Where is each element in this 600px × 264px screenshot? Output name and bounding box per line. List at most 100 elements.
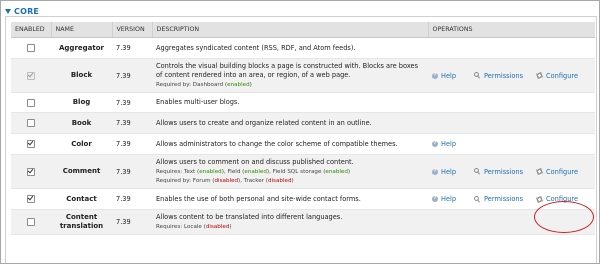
- modules-table: ENABLED NAME VERSION DESCRIPTION OPERATI…: [11, 22, 595, 235]
- permissions-link-comment[interactable]: Permissions: [474, 168, 523, 176]
- configure-link-comment[interactable]: Configure: [536, 168, 578, 176]
- module-description-cell: Allows content to be translated into dif…: [152, 209, 428, 235]
- column-header-enabled: ENABLED: [11, 22, 52, 38]
- modules-table-body: Aggregator 7.39 Aggregates syndicated cont…: [11, 37, 595, 235]
- module-row-block: Block 7.39 Controls the visual building bl…: [11, 58, 595, 93]
- enable-checkbox-comment[interactable]: [27, 167, 35, 176]
- fieldset-title[interactable]: CORE: [14, 7, 39, 16]
- help-link-comment[interactable]: ? Help: [432, 168, 456, 176]
- module-version: 7.39: [112, 133, 152, 155]
- requirement-prefix: Required by:: [156, 82, 192, 88]
- module-description-cell: Enables the use of both personal and sit…: [152, 188, 428, 210]
- permissions-link-label: Permissions: [484, 167, 524, 176]
- gear-icon: [536, 72, 544, 79]
- operations-cell: [428, 209, 595, 235]
- requirement-module-name: Dashboard: [192, 82, 224, 88]
- module-row-content-translation: Content translation 7.39 Allows content to…: [11, 209, 595, 235]
- help-link-color[interactable]: ? Help: [432, 140, 460, 148]
- requirement-prefix: Required by:: [156, 178, 192, 184]
- module-description: Allows users to comment on and discuss p…: [156, 158, 354, 166]
- module-version: 7.39: [112, 209, 152, 235]
- module-name[interactable]: Comment: [51, 154, 112, 189]
- operations-cell: [428, 37, 595, 59]
- enable-checkbox-blog[interactable]: [27, 98, 35, 107]
- key-icon: [474, 195, 481, 203]
- module-name[interactable]: Color: [51, 133, 112, 155]
- module-row-aggregator: Aggregator 7.39 Aggregates syndicated cont…: [11, 37, 595, 59]
- permissions-link-label: Permissions: [484, 195, 524, 203]
- requirement-module-name: Tracker: [243, 178, 264, 184]
- module-description-cell: Enables multi-user blogs.: [152, 92, 428, 113]
- help-link-block[interactable]: ? Help: [432, 72, 456, 80]
- modules-page: CORE ENABLED NAME VERSION DESCRIPTION OP…: [0, 0, 600, 264]
- enabled-cell: [11, 92, 51, 113]
- module-requirements: Requires: Text (enabled), Field (enabled…: [156, 169, 351, 175]
- requirement-status: disabled: [267, 178, 292, 184]
- permissions-link-contact[interactable]: Permissions: [474, 195, 523, 203]
- configure-link-contact[interactable]: Configure: [536, 195, 578, 203]
- table-header-row: ENABLED NAME VERSION DESCRIPTION OPERATI…: [11, 22, 595, 38]
- help-icon: ?: [432, 168, 438, 175]
- configure-link-block[interactable]: Configure: [536, 72, 578, 80]
- permissions-link-block[interactable]: Permissions: [474, 72, 523, 80]
- requirement-prefix: Requires:: [156, 224, 183, 230]
- module-description: Controls the visual building blocks a pa…: [156, 62, 419, 79]
- operations-cell: ? Help Permissions Configure: [428, 188, 595, 210]
- enable-checkbox-aggregator[interactable]: [27, 44, 35, 52]
- key-icon: [474, 72, 481, 79]
- enable-checkbox-color[interactable]: [27, 140, 35, 148]
- module-name[interactable]: Aggregator: [51, 37, 112, 59]
- module-description: Aggregates syndicated content (RSS, RDF,…: [156, 43, 356, 52]
- operations-cell: ? Help Permissions Configure: [428, 154, 595, 189]
- operations-cell: [428, 92, 595, 113]
- gear-icon: [536, 195, 544, 203]
- module-name[interactable]: Blog: [51, 92, 112, 113]
- help-icon: ?: [432, 141, 438, 147]
- module-description-cell: Controls the visual building blocks a pa…: [152, 58, 428, 93]
- requirement-module-name: Field: [227, 169, 241, 175]
- configure-link-label: Configure: [546, 195, 579, 203]
- key-icon: [474, 168, 481, 175]
- help-link-contact[interactable]: ? Help: [432, 195, 456, 203]
- requirement-module-name: Field SQL storage: [272, 169, 322, 175]
- module-version: 7.39: [112, 112, 152, 134]
- module-description: Enables multi-user blogs.: [156, 98, 240, 106]
- collapse-triangle-icon[interactable]: [5, 8, 11, 14]
- operations-links: ? Help Permissions Configure: [432, 168, 591, 176]
- enabled-cell: [11, 133, 51, 155]
- help-link-label: Help: [441, 140, 457, 148]
- module-name[interactable]: Content translation: [51, 209, 112, 235]
- enable-checkbox-contact[interactable]: [27, 195, 35, 203]
- requirement-status: enabled: [227, 82, 250, 88]
- module-version: 7.39: [112, 188, 152, 210]
- module-name[interactable]: Block: [51, 58, 112, 93]
- help-link-label: Help: [441, 71, 457, 80]
- operations-links: ? Help Permissions Configure: [432, 195, 591, 203]
- module-name[interactable]: Contact: [51, 188, 112, 210]
- permissions-link-label: Permissions: [484, 71, 524, 80]
- module-description-cell: Allows users to comment on and discuss p…: [152, 154, 428, 189]
- module-description-cell: Aggregates syndicated content (RSS, RDF,…: [152, 37, 428, 59]
- operations-links: ? Help Permissions Configure: [432, 72, 591, 80]
- enabled-cell: [11, 154, 51, 189]
- requirement-status: enabled: [199, 169, 222, 175]
- enabled-cell: [11, 37, 51, 59]
- module-name[interactable]: Book: [51, 112, 112, 134]
- requirement-status: disabled: [205, 224, 230, 230]
- module-row-comment: Comment 7.39 Allows users to comment on an…: [11, 154, 595, 189]
- column-header-name: NAME: [51, 22, 113, 38]
- operations-cell: ? Help: [428, 133, 595, 155]
- enable-checkbox-content-translation[interactable]: [27, 218, 35, 226]
- module-row-blog: Blog 7.39 Enables multi-user blogs.: [11, 92, 595, 113]
- operations-links: ? Help: [432, 140, 591, 148]
- module-requirements: Requires: Locale (disabled): [156, 224, 232, 230]
- enabled-cell: [11, 58, 51, 93]
- module-version: 7.39: [112, 37, 152, 59]
- operations-cell: [428, 112, 595, 134]
- module-description: Allows content to be translated into dif…: [156, 213, 343, 221]
- enable-checkbox-block: [27, 71, 35, 80]
- module-description-cell: Allows users to create and organize rela…: [152, 112, 428, 134]
- column-header-operations: OPERATIONS: [428, 22, 595, 38]
- enable-checkbox-book[interactable]: [27, 119, 35, 127]
- help-link-label: Help: [441, 195, 457, 203]
